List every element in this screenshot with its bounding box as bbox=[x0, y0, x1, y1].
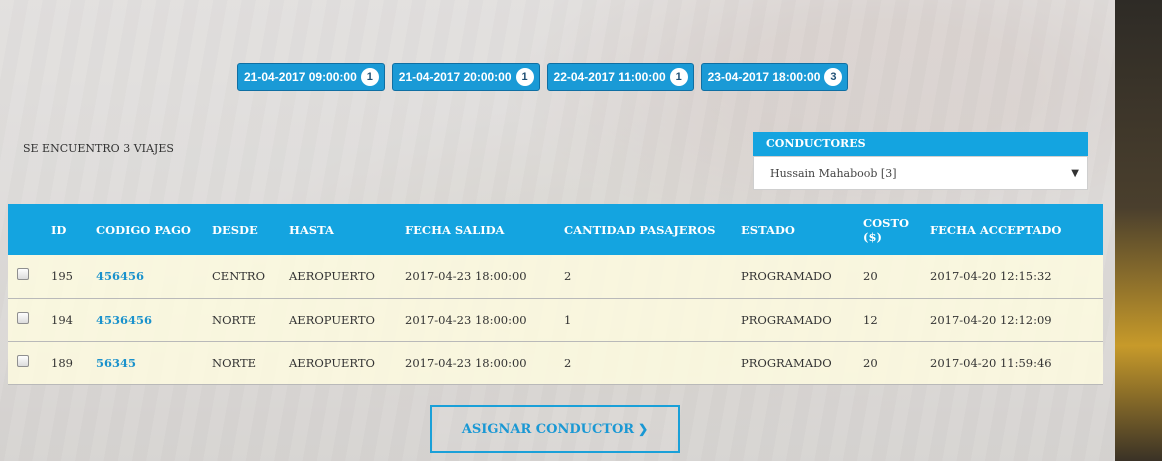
cell-costo: 20 bbox=[863, 355, 878, 370]
column-fecha-salida: FECHA SALIDA bbox=[405, 222, 505, 237]
trips-table: ID CODIGO PAGO DESDE HASTA FECHA SALIDA … bbox=[8, 204, 1103, 385]
column-desde: DESDE bbox=[212, 222, 258, 237]
cell-desde: CENTRO bbox=[212, 269, 266, 284]
cell-pasajeros: 1 bbox=[564, 312, 572, 327]
cell-pasajeros: 2 bbox=[564, 269, 572, 284]
date-filter-label: 22-04-2017 11:00:00 bbox=[553, 70, 666, 84]
date-filter-label: 21-04-2017 09:00:00 bbox=[244, 70, 357, 84]
cell-pasajeros: 2 bbox=[564, 355, 572, 370]
cell-fecha-salida: 2017-04-23 18:00:00 bbox=[405, 312, 527, 327]
cell-costo: 12 bbox=[863, 312, 878, 327]
column-codigo-pago: CODIGO PAGO bbox=[96, 222, 191, 237]
conductor-select[interactable]: Hussain Mahaboob [3] ▼ bbox=[753, 156, 1088, 190]
date-filter-chip[interactable]: 23-04-2017 18:00:00 3 bbox=[700, 63, 849, 91]
column-estado: ESTADO bbox=[741, 222, 795, 237]
table-row: 189 56345 NORTE AEROPUERTO 2017-04-23 18… bbox=[8, 341, 1103, 384]
column-id: ID bbox=[51, 222, 67, 237]
cell-hasta: AEROPUERTO bbox=[289, 355, 375, 370]
column-hasta: HASTA bbox=[289, 222, 334, 237]
date-filter-label: 21-04-2017 20:00:00 bbox=[398, 70, 512, 84]
payment-code-link[interactable]: 4536456 bbox=[96, 313, 152, 327]
cell-fecha-salida: 2017-04-23 18:00:00 bbox=[405, 355, 527, 370]
column-costo: COSTO ($) bbox=[863, 204, 930, 255]
table-row: 195 456456 CENTRO AEROPUERTO 2017-04-23 … bbox=[8, 255, 1103, 298]
date-filter-label: 23-04-2017 18:00:00 bbox=[707, 70, 821, 84]
column-costo-unit: ($) bbox=[863, 229, 882, 244]
row-checkbox[interactable] bbox=[17, 268, 29, 281]
trip-count-badge: 1 bbox=[515, 68, 534, 86]
table-row: 194 4536456 NORTE AEROPUERTO 2017-04-23 … bbox=[8, 298, 1103, 341]
trip-count-badge: 1 bbox=[669, 68, 688, 86]
cell-fecha-aceptado: 2017-04-20 12:12:09 bbox=[930, 312, 1052, 327]
column-select bbox=[8, 204, 51, 255]
chevron-right-icon: ❯ bbox=[638, 422, 649, 436]
conductores-panel: CONDUCTORES Hussain Mahaboob [3] ▼ bbox=[753, 132, 1088, 190]
assign-driver-label: ASIGNAR CONDUCTOR bbox=[461, 421, 635, 437]
cell-desde: NORTE bbox=[212, 355, 257, 370]
cell-hasta: AEROPUERTO bbox=[289, 312, 375, 327]
conductor-select-value: Hussain Mahaboob [3] bbox=[770, 166, 897, 180]
cell-estado: PROGRAMADO bbox=[741, 355, 832, 370]
cell-id: 195 bbox=[51, 269, 73, 284]
trips-found-text: SE ENCUENTRO 3 VIAJES bbox=[23, 142, 174, 155]
table-header-row: ID CODIGO PAGO DESDE HASTA FECHA SALIDA … bbox=[8, 204, 1103, 255]
trip-count-badge: 3 bbox=[824, 68, 843, 86]
row-checkbox[interactable] bbox=[17, 354, 29, 367]
cell-fecha-aceptado: 2017-04-20 12:15:32 bbox=[930, 269, 1052, 284]
conductores-title: CONDUCTORES bbox=[753, 132, 1088, 156]
payment-code-link[interactable]: 56345 bbox=[96, 356, 136, 370]
cell-estado: PROGRAMADO bbox=[741, 269, 832, 284]
payment-code-link[interactable]: 456456 bbox=[96, 269, 144, 283]
cell-id: 194 bbox=[51, 312, 73, 327]
date-filter-chip[interactable]: 22-04-2017 11:00:00 1 bbox=[546, 63, 694, 91]
caret-down-icon: ▼ bbox=[1071, 167, 1079, 179]
date-filter-chip[interactable]: 21-04-2017 20:00:00 1 bbox=[391, 63, 540, 91]
column-costo-label: COSTO bbox=[863, 215, 910, 230]
cell-desde: NORTE bbox=[212, 312, 257, 327]
cell-id: 189 bbox=[51, 355, 73, 370]
column-cantidad-pasajeros: CANTIDAD PASAJEROS bbox=[564, 222, 716, 237]
assign-driver-button[interactable]: ASIGNAR CONDUCTOR ❯ bbox=[430, 405, 680, 453]
row-checkbox[interactable] bbox=[17, 311, 29, 324]
cell-estado: PROGRAMADO bbox=[741, 312, 832, 327]
cell-fecha-aceptado: 2017-04-20 11:59:46 bbox=[930, 355, 1052, 370]
trip-count-badge: 1 bbox=[360, 68, 379, 86]
column-fecha-aceptado: FECHA ACCEPTADO bbox=[930, 222, 1062, 237]
date-filter-bar: 21-04-2017 09:00:00 1 21-04-2017 20:00:0… bbox=[237, 63, 849, 91]
date-filter-chip[interactable]: 21-04-2017 09:00:00 1 bbox=[237, 63, 385, 91]
cell-hasta: AEROPUERTO bbox=[289, 269, 375, 284]
cell-costo: 20 bbox=[863, 269, 878, 284]
background-edge bbox=[1115, 0, 1162, 461]
cell-fecha-salida: 2017-04-23 18:00:00 bbox=[405, 269, 527, 284]
